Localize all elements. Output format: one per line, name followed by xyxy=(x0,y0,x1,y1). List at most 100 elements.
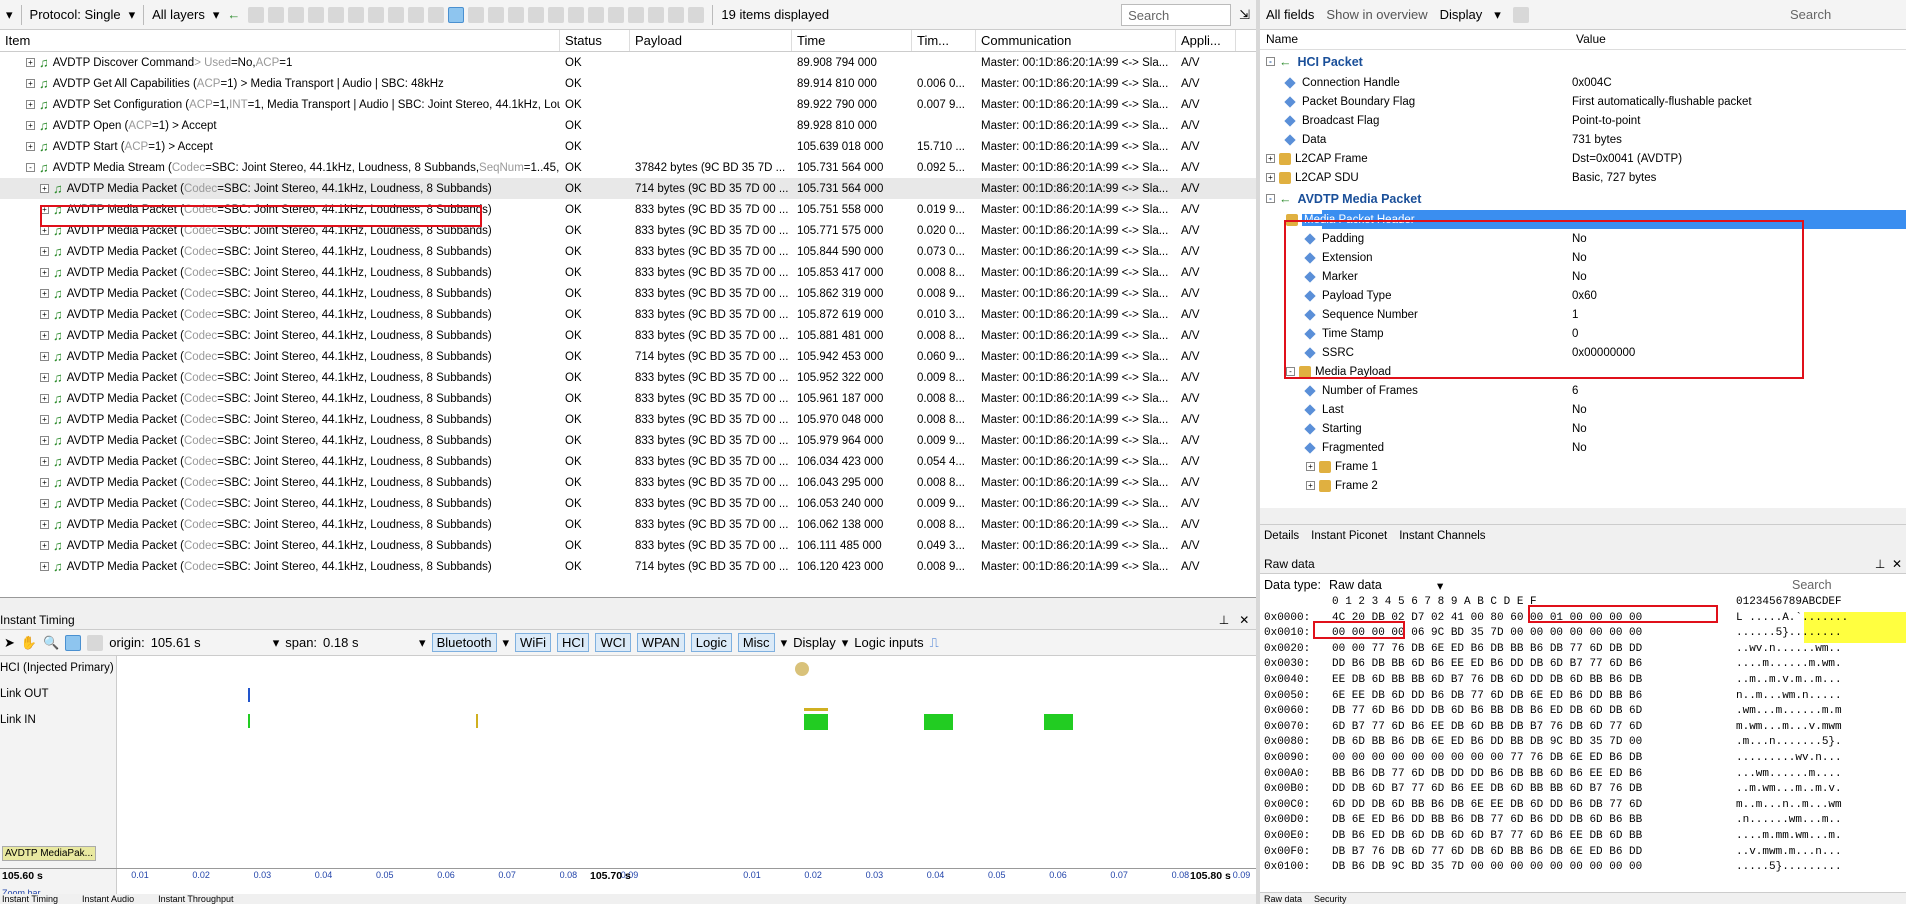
chevron-down-icon[interactable]: ▾ xyxy=(1437,578,1443,593)
hex-bytes[interactable]: DD B6 DB BB 6D B6 EE ED B6 DD DB 6D B7 7… xyxy=(1332,658,1736,674)
chevron-down-icon[interactable]: ▾ xyxy=(129,7,136,23)
span-input[interactable]: 0.18 s xyxy=(323,635,413,650)
col-timedelta[interactable]: Tim... xyxy=(912,30,976,51)
expand-icon[interactable]: + xyxy=(40,541,49,550)
table-row[interactable]: + ♫ AVDTP Start (ACP =1) > Accept OK 105.639 … xyxy=(0,136,1256,157)
expand-icon[interactable]: + xyxy=(40,247,49,256)
tool-icon[interactable] xyxy=(608,6,625,23)
table-row[interactable]: + ♫ AVDTP Media Packet (Codec =SBC: Joint S… xyxy=(0,178,1256,199)
expand-icon[interactable]: + xyxy=(40,562,49,571)
tool-icon[interactable] xyxy=(528,6,545,23)
hex-bytes[interactable]: 6D DD DB 6D BB B6 DB 6E EE DB 6D DD B6 D… xyxy=(1332,799,1736,815)
expand-icon[interactable]: - xyxy=(26,163,35,172)
field-row[interactable]: + L2CAP Frame Dst=0x0041 (AVDTP) xyxy=(1260,149,1906,168)
all-fields-toggle[interactable]: All fields xyxy=(1266,7,1314,22)
col-application[interactable]: Appli... xyxy=(1176,30,1236,51)
expand-icon[interactable]: + xyxy=(40,373,49,382)
search-input[interactable]: Search xyxy=(1121,3,1232,26)
hex-row[interactable]: 0x0020: 00 00 77 76 DB 6E ED B6 DB BB B6 … xyxy=(1264,643,1906,659)
dropdown-arrow-icon[interactable]: ▾ xyxy=(6,7,13,23)
field-row[interactable]: + Frame 1 xyxy=(1260,457,1906,476)
options-icon[interactable]: ⇲ xyxy=(1239,7,1250,23)
table-row[interactable]: + ♫ AVDTP Media Packet (Codec =SBC: Joint S… xyxy=(0,283,1256,304)
table-row[interactable]: + ♫ AVDTP Media Packet (Codec =SBC: Joint S… xyxy=(0,451,1256,472)
pin-icon[interactable]: ⊥ xyxy=(1875,557,1885,571)
table-row[interactable]: + ♫ AVDTP Media Packet (Codec =SBC: Joint S… xyxy=(0,388,1256,409)
expand-icon[interactable]: + xyxy=(40,436,49,445)
table-row[interactable]: + ♫ AVDTP Media Packet (Codec =SBC: Joint S… xyxy=(0,535,1256,556)
tool-icon[interactable] xyxy=(408,6,425,23)
col-communication[interactable]: Communication xyxy=(976,30,1176,51)
hex-bytes[interactable]: DB 77 6D B6 DD DB 6D B6 BB DB B6 ED DB 6… xyxy=(1332,705,1736,721)
col-time[interactable]: Time xyxy=(792,30,912,51)
hex-row[interactable]: 0x0080: DB 6D BB B6 DB 6E ED B6 DD BB DB … xyxy=(1264,736,1906,752)
expand-icon[interactable]: + xyxy=(40,268,49,277)
table-row[interactable]: + ♫ AVDTP Media Packet (Codec =SBC: Joint S… xyxy=(0,304,1256,325)
table-row[interactable]: - ♫ AVDTP Media Stream (Codec =SBC: Joint S… xyxy=(0,157,1256,178)
field-row[interactable]: Broadcast Flag Point-to-point xyxy=(1260,111,1906,130)
back-arrow-icon[interactable]: ← xyxy=(227,7,240,22)
hex-bytes[interactable]: DB B6 ED DB 6D DB 6D 6D B7 77 6D B6 EE D… xyxy=(1332,830,1736,846)
export-icon[interactable] xyxy=(1512,6,1529,23)
tool-icon[interactable] xyxy=(568,6,585,23)
table-row[interactable]: + ♫ AVDTP Media Packet (Codec =SBC: Joint S… xyxy=(0,241,1256,262)
col-status[interactable]: Status xyxy=(560,30,630,51)
display-menu[interactable]: Display xyxy=(793,635,836,650)
expand-icon[interactable]: + xyxy=(40,289,49,298)
horizontal-scrollbar[interactable] xyxy=(1260,508,1906,520)
table-row[interactable]: + ♫ AVDTP Media Packet (Codec =SBC: Joint S… xyxy=(0,325,1256,346)
expand-icon[interactable]: + xyxy=(40,478,49,487)
hex-row[interactable]: 0x0090: 00 00 00 00 00 00 00 00 00 77 76 … xyxy=(1264,752,1906,768)
table-row[interactable]: + ♫ AVDTP Media Packet (Codec =SBC: Joint S… xyxy=(0,514,1256,535)
col-value[interactable]: Value xyxy=(1572,30,1610,49)
bluetooth-button[interactable]: Bluetooth xyxy=(431,633,497,652)
expand-icon[interactable]: + xyxy=(1266,173,1275,182)
tool-icon[interactable] xyxy=(368,6,385,23)
hex-row[interactable]: 0x00B0: DD DB 6D B7 77 6D B6 EE DB 6D BB … xyxy=(1264,783,1906,799)
field-row[interactable]: Connection Handle 0x004C xyxy=(1260,73,1906,92)
expand-icon[interactable]: + xyxy=(26,100,35,109)
wpan-button[interactable]: WPAN xyxy=(636,633,685,652)
magnifier-icon[interactable]: 🔍 xyxy=(43,635,59,651)
origin-input[interactable]: 105.61 s xyxy=(151,635,267,650)
table-row[interactable]: + ♫ AVDTP Media Packet (Codec =SBC: Joint S… xyxy=(0,556,1256,577)
col-name[interactable]: Name xyxy=(1260,30,1572,49)
table-row[interactable]: + ♫ AVDTP Set Configuration (ACP =1, INT =1,… xyxy=(0,94,1256,115)
tool-icon[interactable] xyxy=(348,6,365,23)
misc-button[interactable]: Misc xyxy=(737,633,775,652)
tool-icon[interactable] xyxy=(328,6,345,23)
field-row[interactable]: Data 731 bytes xyxy=(1260,130,1906,149)
tool-icon[interactable] xyxy=(628,6,645,23)
table-row[interactable]: + ♫ AVDTP Get All Capabilities (ACP =1) > M… xyxy=(0,73,1256,94)
expand-icon[interactable]: + xyxy=(1306,481,1315,490)
tool-icon[interactable] xyxy=(428,6,445,23)
tab-instant-throughput[interactable]: Instant Throughput xyxy=(158,894,233,904)
globe-icon[interactable] xyxy=(588,6,605,23)
layout-icon[interactable] xyxy=(65,634,82,651)
display-menu[interactable]: Display xyxy=(1440,7,1483,22)
raw-search-input[interactable]: Search xyxy=(1792,578,1902,592)
col-payload[interactable]: Payload xyxy=(630,30,792,51)
hex-row[interactable]: 0x00A0: BB B6 DB 77 6D DB DD DD B6 DB BB … xyxy=(1264,768,1906,784)
hex-row[interactable]: 0x00F0: DB B7 76 DB 6D 77 6D DB 6D BB B6 … xyxy=(1264,846,1906,862)
close-icon[interactable]: ✕ xyxy=(1892,557,1902,571)
tool-icon[interactable] xyxy=(548,6,565,23)
link-in-packet[interactable] xyxy=(924,714,953,730)
expand-icon[interactable]: + xyxy=(26,79,35,88)
zoom-icon[interactable] xyxy=(308,6,325,23)
table-row[interactable]: + ♫ AVDTP Discover Command > Used =No, ACP =… xyxy=(0,52,1256,73)
tab-raw-data[interactable]: Raw data xyxy=(1264,894,1302,904)
chevron-down-icon[interactable]: ▾ xyxy=(503,635,510,651)
download-icon[interactable] xyxy=(688,6,705,23)
expand-icon[interactable]: + xyxy=(40,457,49,466)
expand-icon[interactable]: + xyxy=(40,520,49,529)
tool-icon[interactable] xyxy=(388,6,405,23)
music-note-icon[interactable] xyxy=(448,6,465,23)
style-icon[interactable] xyxy=(87,634,104,651)
hex-bytes[interactable]: 00 00 77 76 DB 6E ED B6 DB BB B6 DB 77 6… xyxy=(1332,643,1736,659)
chevron-down-icon[interactable]: ▾ xyxy=(842,635,849,651)
hex-bytes[interactable]: DB 6D BB B6 DB 6E ED B6 DD BB DB 9C BD 3… xyxy=(1332,736,1736,752)
hex-row[interactable]: 0x00D0: DB 6E ED B6 DD BB B6 DB 77 6D B6 … xyxy=(1264,814,1906,830)
col-item[interactable]: Item xyxy=(0,30,560,51)
hex-bytes[interactable]: EE DB 6D BB BB 6D B7 76 DB 6D DD DB 6D B… xyxy=(1332,674,1736,690)
